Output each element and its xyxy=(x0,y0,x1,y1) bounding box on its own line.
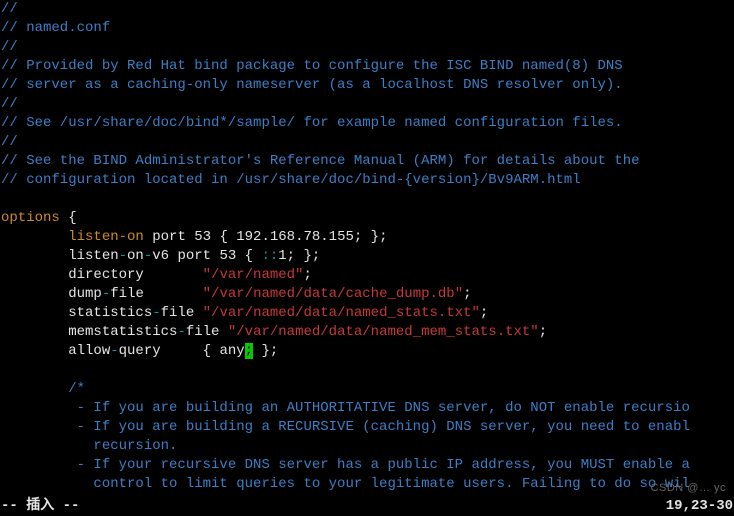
code-segment: file xyxy=(161,305,203,321)
code-segment: { xyxy=(60,210,77,226)
code-line: options { xyxy=(1,209,733,228)
code-segment: // See /usr/share/doc/bind*/sample/ for … xyxy=(1,115,623,131)
code-segment: - If you are building a RECURSIVE (cachi… xyxy=(1,419,690,435)
code-line: listen-on port 53 { 192.168.78.155; }; xyxy=(1,228,733,247)
code-segment: port 53 { 192.168.78.155; }; xyxy=(144,229,388,245)
code-segment: file xyxy=(186,324,228,340)
code-segment: - xyxy=(110,343,118,359)
code-segment: query { any xyxy=(119,343,245,359)
code-segment: allow xyxy=(1,343,110,359)
code-line: // named.conf xyxy=(1,19,733,38)
code-line: // server as a caching-only nameserver (… xyxy=(1,76,733,95)
code-segment: - If you are building an AUTHORITATIVE D… xyxy=(1,400,690,416)
code-line: - If you are building an AUTHORITATIVE D… xyxy=(1,399,733,418)
code-segment: memstatistics xyxy=(1,324,177,340)
code-line: // See /usr/share/doc/bind*/sample/ for … xyxy=(1,114,733,133)
code-line: // Provided by Red Hat bind package to c… xyxy=(1,57,733,76)
editor-content[interactable]: // // named.conf // // Provided by Red Hat … xyxy=(0,0,734,494)
code-line: // See the BIND Administrator's Referenc… xyxy=(1,152,733,171)
code-segment: 1; }; xyxy=(278,248,320,264)
code-line: // xyxy=(1,133,733,152)
code-segment: statistics xyxy=(1,305,152,321)
code-segment: - xyxy=(119,248,127,264)
vim-status-line: -- 插入 -- 19,23-30 xyxy=(0,497,734,516)
code-segment: - If your recursive DNS server has a pub… xyxy=(1,457,690,473)
code-segment: // Provided by Red Hat bind package to c… xyxy=(1,58,623,74)
code-segment: - xyxy=(152,305,160,321)
code-segment: // xyxy=(1,39,18,55)
code-line: statistics-file "/var/named/data/named_s… xyxy=(1,304,733,323)
code-line xyxy=(1,190,733,209)
cursor-position: 19,23-30 xyxy=(666,497,733,516)
code-line: listen-on-v6 port 53 { ::1; }; xyxy=(1,247,733,266)
code-segment: // See the BIND Administrator's Referenc… xyxy=(1,153,640,169)
code-line: // configuration located in /usr/share/d… xyxy=(1,171,733,190)
code-line: directory "/var/named"; xyxy=(1,266,733,285)
code-segment: ; xyxy=(303,267,311,283)
code-line: - If your recursive DNS server has a pub… xyxy=(1,456,733,475)
code-segment: ; xyxy=(539,324,547,340)
code-segment: "/var/named/data/cache_dump.db" xyxy=(203,286,463,302)
code-line: // xyxy=(1,0,733,19)
code-segment: :: xyxy=(261,248,278,264)
code-segment: - xyxy=(177,324,185,340)
code-segment: - xyxy=(144,248,152,264)
code-segment: listen xyxy=(1,248,119,264)
code-segment: "/var/named/data/named_stats.txt" xyxy=(203,305,480,321)
code-segment: // configuration located in /usr/share/d… xyxy=(1,172,581,188)
code-line: recursion. xyxy=(1,437,733,456)
code-segment: listen-on xyxy=(68,229,144,245)
code-line: // xyxy=(1,38,733,57)
code-segment: // server as a caching-only nameserver (… xyxy=(1,77,623,93)
code-line: dump-file "/var/named/data/cache_dump.db… xyxy=(1,285,733,304)
code-line: memstatistics-file "/var/named/data/name… xyxy=(1,323,733,342)
cursor: ; xyxy=(245,343,253,359)
code-line: // xyxy=(1,95,733,114)
code-line: /* xyxy=(1,380,733,399)
code-segment: // xyxy=(1,1,18,17)
code-segment: control to limit queries to your legitim… xyxy=(1,476,690,492)
vim-mode-indicator: -- 插入 -- xyxy=(1,497,79,516)
code-segment: "/var/named" xyxy=(203,267,304,283)
code-segment: // xyxy=(1,96,18,112)
code-segment: dump xyxy=(1,286,102,302)
code-segment: directory xyxy=(1,267,203,283)
code-segment: recursion. xyxy=(1,438,177,454)
code-segment: "/var/named/data/named_mem_stats.txt" xyxy=(228,324,539,340)
code-line: allow-query { any; }; xyxy=(1,342,733,361)
code-segment: }; xyxy=(253,343,278,359)
code-line: control to limit queries to your legitim… xyxy=(1,475,733,494)
code-line: - If you are building a RECURSIVE (cachi… xyxy=(1,418,733,437)
code-segment: /* xyxy=(1,381,85,397)
code-segment: ; xyxy=(463,286,471,302)
code-segment: // xyxy=(1,134,18,150)
code-segment: options xyxy=(1,210,60,226)
code-segment xyxy=(1,229,68,245)
code-segment: v6 port 53 { xyxy=(152,248,261,264)
code-segment: // named.conf xyxy=(1,20,110,36)
code-segment: file xyxy=(110,286,202,302)
code-segment: on xyxy=(127,248,144,264)
code-line xyxy=(1,361,733,380)
code-segment: ; xyxy=(480,305,488,321)
code-segment: - xyxy=(102,286,110,302)
watermark: CSDN @… yc xyxy=(651,479,726,498)
